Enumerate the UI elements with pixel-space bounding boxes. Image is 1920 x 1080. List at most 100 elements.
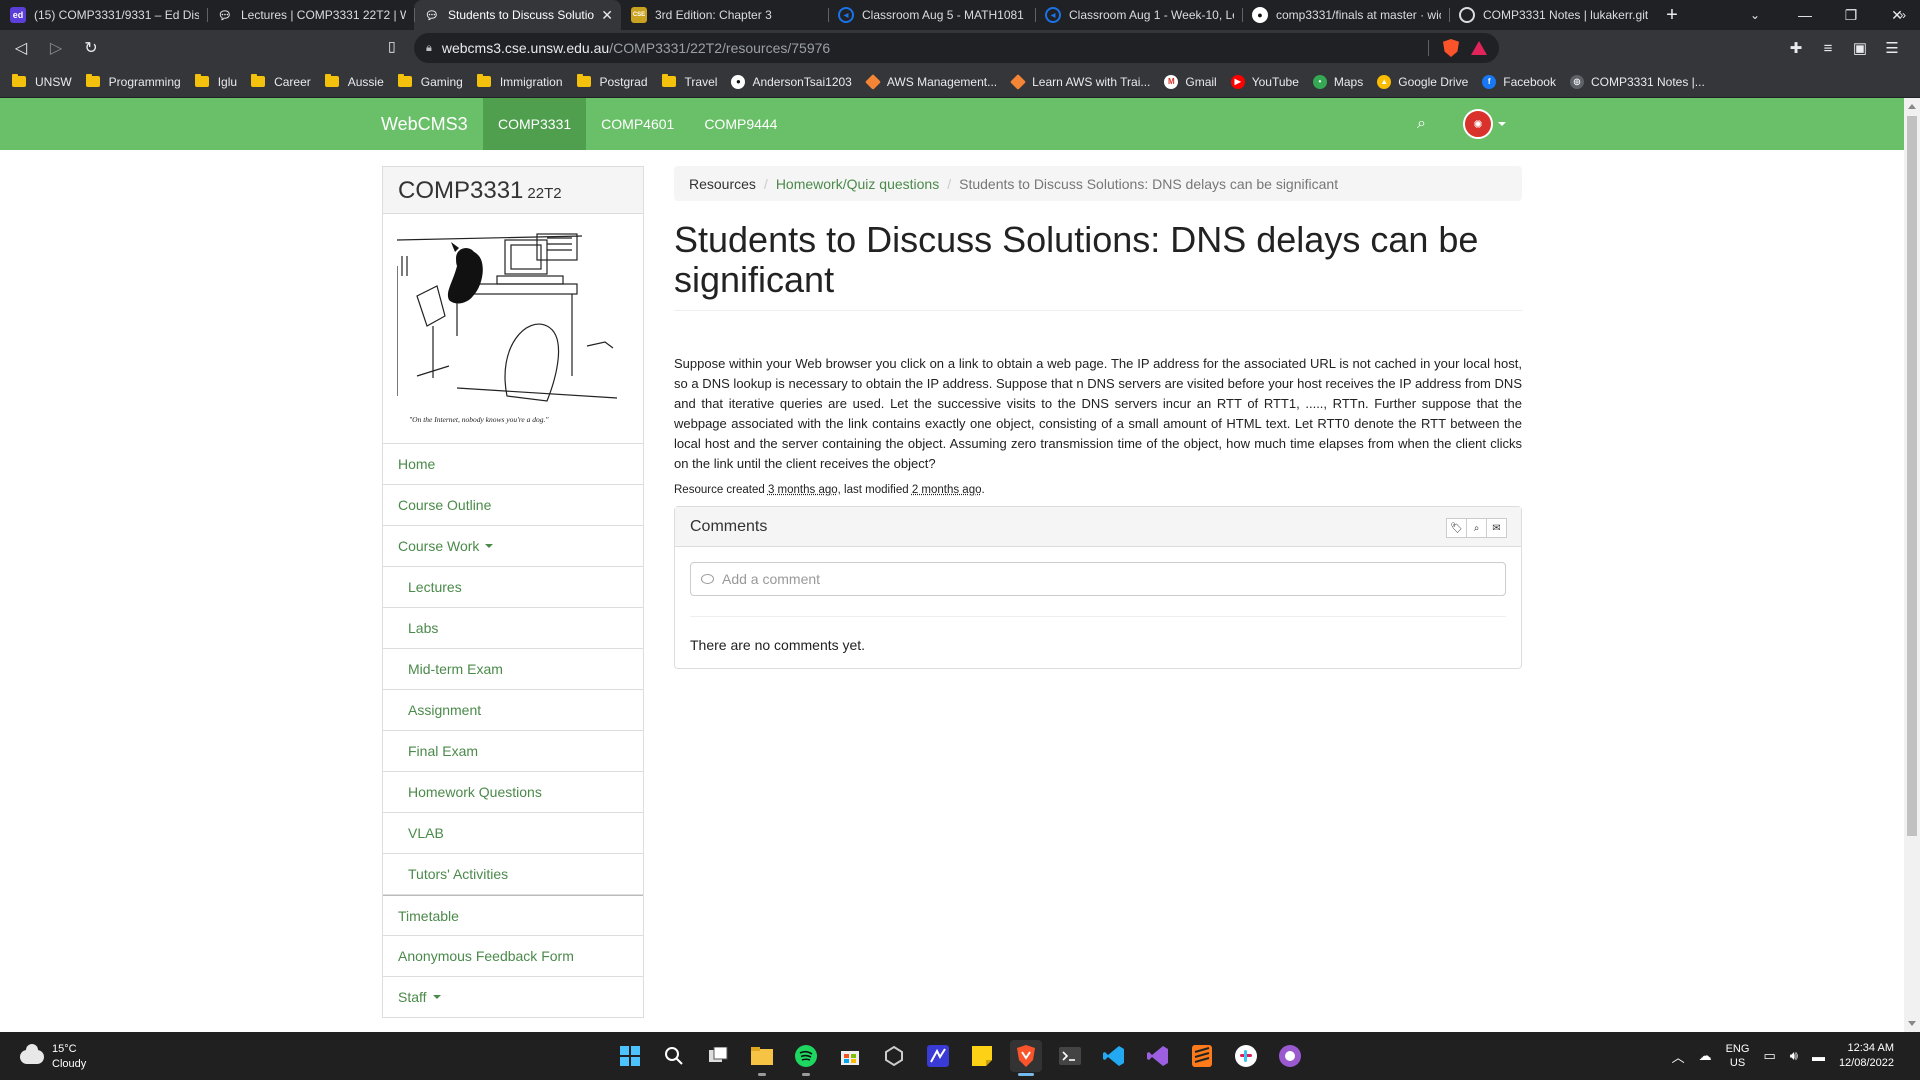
- bookmark-item[interactable]: ▲ Google Drive: [1377, 74, 1468, 89]
- bookmark-item[interactable]: ● AndersonTsai1203: [731, 74, 852, 89]
- sidebar-item-home[interactable]: Home: [383, 444, 643, 485]
- sidebar-item-assignment[interactable]: Assignment: [383, 690, 643, 731]
- chevron-up-icon[interactable]: ︿: [1672, 1047, 1685, 1066]
- weather-widget[interactable]: 15°C Cloudy: [20, 1042, 86, 1072]
- scroll-up-icon[interactable]: [1908, 104, 1916, 109]
- menu-icon[interactable]: ☰: [1876, 39, 1908, 57]
- extensions-icon[interactable]: ✚: [1780, 39, 1812, 57]
- sidebar-item-course-work[interactable]: Course Work: [383, 526, 643, 567]
- display-icon[interactable]: ▭: [1763, 1048, 1775, 1064]
- bookmark-item[interactable]: Career: [251, 74, 311, 89]
- chevron-down-icon[interactable]: [1498, 122, 1506, 126]
- vscode-icon[interactable]: [1098, 1040, 1130, 1072]
- bookmark-item[interactable]: ◎ COMP3331 Notes |...: [1569, 74, 1705, 89]
- page-scrollbar[interactable]: [1904, 98, 1920, 1032]
- bookmark-item[interactable]: Iglu: [194, 74, 237, 89]
- browser-tab[interactable]: 💬︎ Lectures | COMP3331 22T2 | We: [207, 0, 414, 30]
- bookmark-item[interactable]: Travel: [661, 74, 717, 89]
- minimize-icon[interactable]: —: [1782, 0, 1828, 30]
- sidebar-item-vlab[interactable]: VLAB: [383, 813, 643, 854]
- bookmark-item[interactable]: f Facebook: [1482, 74, 1556, 89]
- tab-search-icon[interactable]: ⌄: [1740, 0, 1770, 30]
- nav-course-comp4601[interactable]: COMP4601: [586, 98, 689, 150]
- bookmark-item[interactable]: Learn AWS with Trai...: [1010, 73, 1150, 90]
- back-icon[interactable]: ◁: [7, 34, 35, 62]
- reload-icon[interactable]: ↻: [77, 34, 105, 62]
- sidebar-item-course-outline[interactable]: Course Outline: [383, 485, 643, 526]
- bookmark-page-icon[interactable]: ▯: [388, 38, 396, 55]
- sidebar-item-homework-questions[interactable]: Homework Questions: [383, 772, 643, 813]
- clock[interactable]: 12:34 AM 12/08/2022: [1839, 1041, 1894, 1071]
- bookmark-item[interactable]: Gaming: [397, 74, 463, 89]
- battery-icon[interactable]: ▬: [1812, 1049, 1825, 1064]
- bookmark-item[interactable]: Aussie: [324, 74, 384, 89]
- brave-shields-icon[interactable]: [1443, 39, 1459, 57]
- task-view-icon[interactable]: [702, 1040, 734, 1072]
- bookmark-item[interactable]: UNSW: [12, 74, 72, 89]
- sidebar-item-labs[interactable]: Labs: [383, 608, 643, 649]
- sublime-icon[interactable]: [1186, 1040, 1218, 1072]
- onedrive-icon[interactable]: ☁: [1699, 1048, 1712, 1064]
- file-explorer-icon[interactable]: [746, 1040, 778, 1076]
- start-icon[interactable]: [614, 1040, 646, 1072]
- breadcrumb-homework[interactable]: Homework/Quiz questions: [776, 176, 939, 192]
- reading-list-icon[interactable]: ≡: [1812, 40, 1844, 57]
- close-tab-icon[interactable]: ✕: [601, 7, 613, 24]
- search-taskbar-icon[interactable]: [658, 1040, 690, 1072]
- sidebar-item-staff[interactable]: Staff: [383, 977, 643, 1018]
- add-comment-input[interactable]: Add a comment: [690, 562, 1506, 596]
- spotify-icon[interactable]: [790, 1040, 822, 1076]
- more-bookmarks-icon[interactable]: »: [1899, 8, 1906, 22]
- new-tab-icon[interactable]: +: [1656, 0, 1688, 30]
- sidebar-item-lectures[interactable]: Lectures: [383, 567, 643, 608]
- brave-browser-icon[interactable]: [1010, 1040, 1042, 1076]
- store-icon[interactable]: [834, 1040, 866, 1072]
- volume-icon[interactable]: 🔊︎: [1790, 1048, 1798, 1064]
- search-comments-icon[interactable]: ⌕: [1466, 518, 1487, 538]
- sidebar-item-final-exam[interactable]: Final Exam: [383, 731, 643, 772]
- bookmark-item[interactable]: ▶ YouTube: [1230, 74, 1299, 89]
- browser-tab[interactable]: ed (15) COMP3331/9331 – Ed Discu: [0, 0, 207, 30]
- browser-tab[interactable]: ◀ Classroom Aug 1 - Week-10, Le: [1035, 0, 1242, 30]
- chat-icon[interactable]: ✉︎: [1486, 518, 1507, 538]
- scrollbar-thumb[interactable]: [1907, 116, 1917, 836]
- unity-icon[interactable]: [878, 1040, 910, 1072]
- avatar[interactable]: ✺: [1463, 109, 1493, 139]
- sticky-notes-icon[interactable]: [966, 1040, 998, 1072]
- sidebar-item-timetable[interactable]: Timetable: [383, 895, 643, 936]
- site-brand[interactable]: WebCMS3: [381, 114, 468, 135]
- forward-icon[interactable]: ▷: [42, 34, 70, 62]
- browser-tab[interactable]: CSE 3rd Edition: Chapter 3: [621, 0, 828, 30]
- language-indicator[interactable]: ENG US: [1726, 1042, 1750, 1070]
- webpage: WebCMS3 COMP3331 COMP4601 COMP9444 ⌕ ✺ COM…: [0, 98, 1920, 1032]
- visual-studio-icon[interactable]: [1142, 1040, 1174, 1072]
- sidebar-item-anonymous-feedback-form[interactable]: Anonymous Feedback Form: [383, 936, 643, 977]
- matlab-icon[interactable]: [922, 1040, 954, 1072]
- scroll-down-icon[interactable]: [1908, 1021, 1916, 1026]
- breadcrumb-resources[interactable]: Resources: [689, 176, 756, 192]
- browser-tab[interactable]: COMP3331 Notes | lukakerr.gith: [1449, 0, 1656, 30]
- nav-course-comp3331[interactable]: COMP3331: [483, 98, 587, 150]
- bookmark-item[interactable]: AWS Management...: [864, 73, 997, 90]
- sidebar-item-mid-term-exam[interactable]: Mid-term Exam: [383, 649, 643, 690]
- bookmark-item[interactable]: M Gmail: [1164, 74, 1217, 89]
- browser-tab[interactable]: ◀ Classroom Aug 5 - MATH1081 L: [828, 0, 1035, 30]
- bookmark-item[interactable]: Immigration: [476, 74, 563, 89]
- close-window-icon[interactable]: ✕: [1874, 0, 1920, 30]
- bookmark-item[interactable]: Postgrad: [576, 74, 648, 89]
- address-bar[interactable]: 🔒︎ webcms3.cse.unsw.edu.au/COMP3331/22T2…: [414, 33, 1499, 63]
- browser-tab[interactable]: ● comp3331/finals at master · wic: [1242, 0, 1449, 30]
- github-desktop-icon[interactable]: [1274, 1040, 1306, 1072]
- browser-tab[interactable]: 💬︎ Students to Discuss Solutio ✕: [414, 0, 621, 30]
- slack-icon[interactable]: [1230, 1040, 1262, 1072]
- nav-course-comp9444[interactable]: COMP9444: [689, 98, 792, 150]
- bookmark-item[interactable]: Programming: [85, 74, 181, 89]
- sidebar-item-tutors-activities[interactable]: Tutors' Activities: [383, 854, 643, 895]
- search-icon[interactable]: ⌕: [1417, 115, 1426, 133]
- brave-rewards-icon[interactable]: [1471, 41, 1487, 55]
- terminal-icon[interactable]: [1054, 1040, 1086, 1072]
- bookmark-icon[interactable]: 🏷︎: [1446, 518, 1467, 538]
- bookmark-item[interactable]: • Maps: [1312, 74, 1363, 89]
- wallet-icon[interactable]: ▣: [1844, 39, 1876, 57]
- restore-icon[interactable]: ❐: [1828, 0, 1874, 30]
